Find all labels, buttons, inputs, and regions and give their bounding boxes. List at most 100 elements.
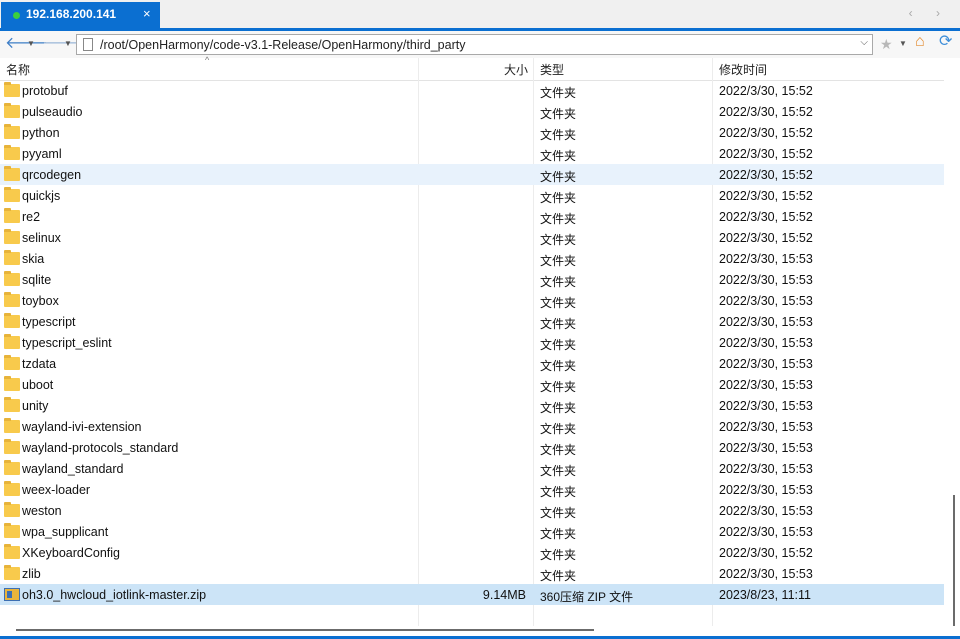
file-modified: 2022/3/30, 15:53 <box>719 294 813 308</box>
file-type: 文件夹 <box>540 233 577 247</box>
bookmark-dropdown-icon[interactable]: ▼ <box>899 35 907 53</box>
file-type: 文件夹 <box>540 401 577 415</box>
zip-file-icon <box>4 588 20 601</box>
tab-title: 192.168.200.141 <box>26 7 117 21</box>
home-icon[interactable]: ⌂ <box>915 33 925 51</box>
file-type: 文件夹 <box>540 380 577 394</box>
file-row[interactable]: wpa_supplicant 文件夹 2022/3/30, 15:53 <box>0 521 944 542</box>
file-name: re2 <box>22 210 41 224</box>
column-name[interactable]: 名称 <box>6 61 30 78</box>
file-row[interactable]: qrcodegen 文件夹 2022/3/30, 15:52 <box>0 164 944 185</box>
file-row[interactable]: unity 文件夹 2022/3/30, 15:53 <box>0 395 944 416</box>
folder-icon <box>4 187 20 202</box>
file-name: protobuf <box>22 84 68 98</box>
file-row[interactable]: re2 文件夹 2022/3/30, 15:52 <box>0 206 944 227</box>
file-name: XKeyboardConfig <box>22 546 120 560</box>
file-row[interactable]: weston 文件夹 2022/3/30, 15:53 <box>0 500 944 521</box>
file-name: quickjs <box>22 189 61 203</box>
file-row[interactable]: pulseaudio 文件夹 2022/3/30, 15:52 <box>0 101 944 122</box>
file-modified: 2022/3/30, 15:52 <box>719 105 813 119</box>
folder-icon <box>4 124 20 139</box>
file-row[interactable]: toybox 文件夹 2022/3/30, 15:53 <box>0 290 944 311</box>
file-row[interactable]: python 文件夹 2022/3/30, 15:52 <box>0 122 944 143</box>
file-type: 文件夹 <box>540 548 577 562</box>
file-type: 文件夹 <box>540 485 577 499</box>
file-row[interactable]: oh3.0_hwcloud_iotlink-master.zip 9.14MB 36… <box>0 584 944 605</box>
folder-icon <box>4 229 20 244</box>
file-row[interactable]: wayland_standard 文件夹 2022/3/30, 15:53 <box>0 458 944 479</box>
file-row[interactable]: pyyaml 文件夹 2022/3/30, 15:52 <box>0 143 944 164</box>
file-modified: 2022/3/30, 15:52 <box>719 168 813 182</box>
file-name: uboot <box>22 378 54 392</box>
folder-icon <box>4 208 20 223</box>
folder-icon <box>4 544 20 559</box>
file-type: 文件夹 <box>540 275 577 289</box>
folder-icon <box>4 523 20 538</box>
file-row[interactable]: sqlite 文件夹 2022/3/30, 15:53 <box>0 269 944 290</box>
file-name: pyyaml <box>22 147 62 161</box>
tab-connection[interactable]: 192.168.200.141 × <box>1 2 160 28</box>
horizontal-scroll-thumb[interactable] <box>16 629 594 631</box>
file-name: python <box>22 126 60 140</box>
folder-icon <box>4 460 20 475</box>
bookmark-star-icon[interactable]: ★ <box>880 35 893 53</box>
forward-history-dropdown-icon[interactable]: ▼ <box>64 36 72 52</box>
vertical-scrollbar[interactable] <box>944 58 960 628</box>
file-type: 文件夹 <box>540 359 577 373</box>
file-row[interactable]: quickjs 文件夹 2022/3/30, 15:52 <box>0 185 944 206</box>
column-size[interactable]: 大小 <box>504 61 528 78</box>
file-name: oh3.0_hwcloud_iotlink-master.zip <box>22 588 207 602</box>
file-row[interactable]: wayland-ivi-extension 文件夹 2022/3/30, 15:53 <box>0 416 944 437</box>
refresh-icon[interactable]: ⟳ <box>939 33 952 51</box>
file-modified: 2022/3/30, 15:53 <box>719 504 813 518</box>
file-row[interactable]: typescript_eslint 文件夹 2022/3/30, 15:53 <box>0 332 944 353</box>
file-row[interactable]: tzdata 文件夹 2022/3/30, 15:53 <box>0 353 944 374</box>
vertical-scroll-thumb[interactable] <box>953 495 955 627</box>
file-name: sqlite <box>22 273 52 287</box>
file-modified: 2022/3/30, 15:53 <box>719 462 813 476</box>
folder-icon <box>4 565 20 580</box>
file-modified: 2022/3/30, 15:53 <box>719 336 813 350</box>
file-modified: 2023/8/23, 11:11 <box>719 588 811 602</box>
file-row[interactable]: uboot 文件夹 2022/3/30, 15:53 <box>0 374 944 395</box>
folder-icon <box>4 250 20 265</box>
tab-scroll-arrows-icon[interactable]: ‹ › <box>909 6 950 20</box>
file-name: pulseaudio <box>22 105 83 119</box>
file-row[interactable]: selinux 文件夹 2022/3/30, 15:52 <box>0 227 944 248</box>
file-name: weston <box>22 504 62 518</box>
file-row[interactable]: skia 文件夹 2022/3/30, 15:53 <box>0 248 944 269</box>
address-bar[interactable]: /root/OpenHarmony/code-v3.1-Release/Open… <box>76 34 873 55</box>
file-type: 文件夹 <box>540 569 577 583</box>
folder-icon <box>4 145 20 160</box>
file-type: 文件夹 <box>540 296 577 310</box>
file-modified: 2022/3/30, 15:52 <box>719 546 813 560</box>
address-history-chevron-icon[interactable]: ⌵ <box>860 37 868 48</box>
file-row[interactable]: protobuf 文件夹 2022/3/30, 15:52 <box>0 80 944 101</box>
column-type[interactable]: 类型 <box>540 61 564 78</box>
file-name: typescript <box>22 315 76 329</box>
file-row[interactable]: XKeyboardConfig 文件夹 2022/3/30, 15:52 <box>0 542 944 563</box>
folder-icon <box>4 334 20 349</box>
file-modified: 2022/3/30, 15:53 <box>719 420 813 434</box>
file-type: 文件夹 <box>540 149 577 163</box>
file-name: selinux <box>22 231 61 245</box>
file-type: 文件夹 <box>540 464 577 478</box>
address-path[interactable]: /root/OpenHarmony/code-v3.1-Release/Open… <box>100 38 465 52</box>
file-name: unity <box>22 399 49 413</box>
file-modified: 2022/3/30, 15:52 <box>719 210 813 224</box>
folder-icon <box>4 82 20 97</box>
file-row[interactable]: weex-loader 文件夹 2022/3/30, 15:53 <box>0 479 944 500</box>
file-type: 文件夹 <box>540 170 577 184</box>
file-type: 文件夹 <box>540 107 577 121</box>
file-row[interactable]: typescript 文件夹 2022/3/30, 15:53 <box>0 311 944 332</box>
column-modified[interactable]: 修改时间 <box>719 61 767 78</box>
file-type: 文件夹 <box>540 128 577 142</box>
close-tab-icon[interactable]: × <box>143 6 151 22</box>
file-name: wayland-protocols_standard <box>22 441 179 455</box>
file-row[interactable]: zlib 文件夹 2022/3/30, 15:53 <box>0 563 944 584</box>
file-type: 文件夹 <box>540 506 577 520</box>
file-name: typescript_eslint <box>22 336 112 350</box>
file-row[interactable]: wayland-protocols_standard 文件夹 2022/3/30, … <box>0 437 944 458</box>
file-name: tzdata <box>22 357 57 371</box>
back-history-dropdown-icon[interactable]: ▼ <box>27 36 35 52</box>
